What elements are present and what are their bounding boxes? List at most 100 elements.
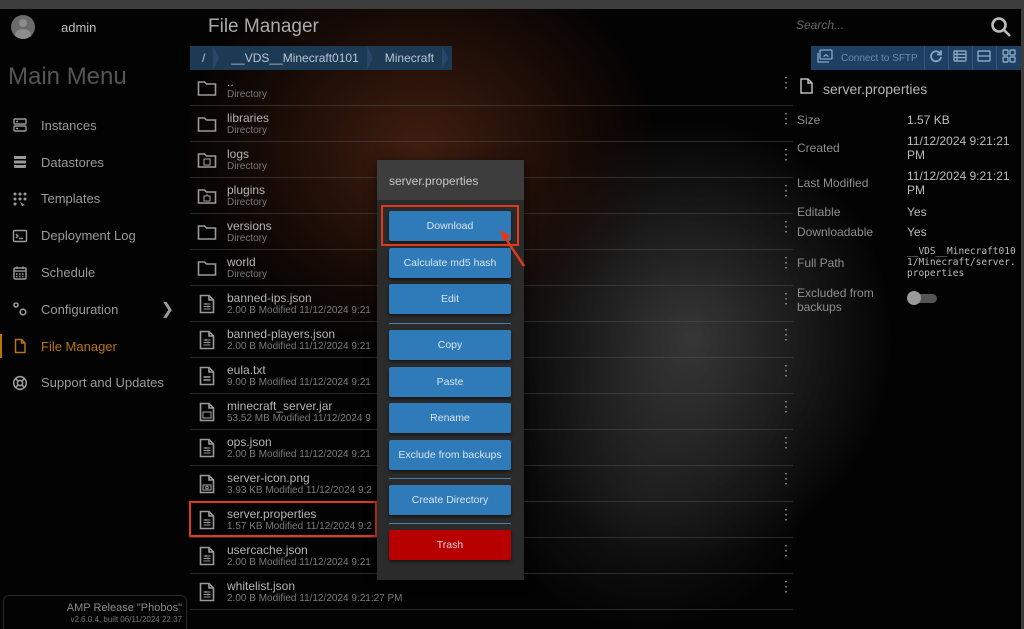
more-options-icon[interactable]: ⋮ <box>779 183 793 205</box>
split-view-button[interactable] <box>973 46 997 70</box>
file-name: eula.txt <box>227 362 266 377</box>
breadcrumb-current[interactable]: Minecraft <box>373 46 449 70</box>
file-meta: usercache.json 2.00 B Modified 11/12/2024… <box>227 543 371 569</box>
templates-grid-icon <box>12 191 28 207</box>
property-value: 1.57 KB <box>907 113 950 127</box>
settings-file-icon <box>196 293 218 315</box>
file-details: 2.00 B Modified 11/12/2024 9:21 <box>227 340 371 352</box>
more-options-icon[interactable]: ⋮ <box>779 255 793 277</box>
settings-file-icon <box>196 581 218 603</box>
properties-title: server.properties <box>823 80 928 97</box>
file-details: 2.00 B Modified 11/12/2024 9:21 <box>227 448 371 460</box>
menu-divider <box>389 523 511 524</box>
property-last-modified: Last Modified 11/12/2024 9:21:21 PM <box>797 169 1017 197</box>
calculate-md5-button[interactable]: Calculate md5 hash <box>389 248 511 278</box>
property-downloadable: Downloadable Yes <box>797 225 1017 239</box>
create-directory-button[interactable]: Create Directory <box>389 485 511 515</box>
trash-button[interactable]: Trash <box>389 530 511 560</box>
sftp-folder-icon <box>817 48 833 68</box>
grid-view-icon <box>1002 48 1016 68</box>
grid-view-button[interactable] <box>997 46 1021 70</box>
file-details: 2.00 B Modified 11/12/2024 9:21 <box>227 304 371 316</box>
list-view-icon <box>953 49 967 67</box>
sidebar-item-label: Schedule <box>41 265 96 281</box>
edit-button[interactable]: Edit <box>389 284 511 314</box>
page-title: File Manager <box>208 16 319 37</box>
search-icon[interactable] <box>990 16 1012 38</box>
sidebar-item-schedule[interactable]: Schedule <box>0 254 188 291</box>
file-details: Directory <box>227 196 268 208</box>
file-details: 3.93 KB Modified 11/12/2024 9:2 <box>227 484 372 496</box>
file-row[interactable]: .. Directory ⋮ <box>190 70 793 106</box>
more-options-icon[interactable]: ⋮ <box>779 219 793 241</box>
more-options-icon[interactable]: ⋮ <box>779 75 793 97</box>
excluded-from-backups-toggle[interactable] <box>907 291 937 305</box>
more-options-icon[interactable]: ⋮ <box>779 435 793 457</box>
more-options-icon[interactable]: ⋮ <box>779 507 793 529</box>
refresh-button[interactable] <box>925 46 949 70</box>
property-key: Full Path <box>797 256 845 270</box>
download-button[interactable]: Download <box>389 211 511 241</box>
list-view-button[interactable] <box>949 46 973 70</box>
sidebar-item-deployment-log[interactable]: Deployment Log <box>0 217 188 254</box>
connect-sftp-button[interactable]: Connect to SFTP <box>811 46 925 70</box>
breadcrumb-instance[interactable]: __VDS__Minecraft0101 <box>219 46 374 70</box>
more-options-icon[interactable]: ⋮ <box>779 543 793 565</box>
rename-button[interactable]: Rename <box>389 403 511 433</box>
file-details: 2.00 B Modified 11/12/2024 9:21:27 PM <box>227 592 403 604</box>
file-meta: ops.json 2.00 B Modified 11/12/2024 9:21 <box>227 435 371 461</box>
more-options-icon[interactable]: ⋮ <box>779 291 793 313</box>
search-input[interactable] <box>796 18 976 32</box>
folder-puzzle-icon <box>196 185 218 207</box>
main-menu-title: Main Menu <box>8 63 127 90</box>
sidebar-item-datastores[interactable]: Datastores <box>0 144 188 181</box>
paste-button[interactable]: Paste <box>389 367 511 397</box>
more-options-icon[interactable]: ⋮ <box>779 399 793 421</box>
menu-divider <box>389 478 511 479</box>
search-bar <box>796 16 1016 40</box>
more-options-icon[interactable]: ⋮ <box>779 147 793 169</box>
image-file-icon <box>196 473 218 495</box>
file-meta: server.properties 1.57 KB Modified 11/12/… <box>227 507 372 533</box>
file-name: versions <box>227 218 272 233</box>
database-icon <box>12 154 28 170</box>
sidebar-item-configuration[interactable]: Configuration ❯ <box>0 291 188 328</box>
file-row[interactable]: libraries Directory ⋮ <box>190 106 793 142</box>
more-options-icon[interactable]: ⋮ <box>779 111 793 133</box>
sidebar-item-file-manager[interactable]: File Manager <box>0 328 188 365</box>
property-key: Editable <box>797 205 841 219</box>
main-nav: Instances Datastores Templates Deploymen… <box>0 107 188 401</box>
sidebar-item-templates[interactable]: Templates <box>0 181 188 218</box>
release-info: AMP Release "Phobos" v2.6.0.4, built 06/… <box>3 595 187 629</box>
file-details: 2.00 B Modified 11/12/2024 9:21 <box>227 556 371 568</box>
sidebar-item-support-and-updates[interactable]: Support and Updates <box>0 365 188 402</box>
file-toolbar: Connect to SFTP <box>811 46 1021 70</box>
chevron-right-icon: ❯ <box>160 301 174 319</box>
user-info[interactable]: admin <box>11 15 96 39</box>
more-options-icon[interactable]: ⋮ <box>779 471 793 493</box>
file-icon <box>12 338 28 354</box>
more-options-icon[interactable]: ⋮ <box>779 327 793 349</box>
file-details: Directory <box>227 124 268 136</box>
folder-icon <box>196 221 218 243</box>
sidebar-item-instances[interactable]: Instances <box>0 107 188 144</box>
file-name: minecraft_server.jar <box>227 398 333 413</box>
property-key: Created <box>797 141 840 155</box>
file-name: plugins <box>227 182 266 197</box>
more-options-icon[interactable]: ⋮ <box>779 579 793 601</box>
file-meta: world Directory <box>227 255 267 281</box>
breadcrumb-root[interactable]: / <box>190 46 220 70</box>
exclude-from-backups-button[interactable]: Exclude from backups <box>389 440 511 470</box>
copy-button[interactable]: Copy <box>389 330 511 360</box>
sidebar: admin Main Menu Instances Datastores Tem… <box>0 9 188 629</box>
more-options-icon[interactable]: ⋮ <box>779 363 793 385</box>
avatar[interactable] <box>11 15 35 39</box>
property-value: 11/12/2024 9:21:21 PM <box>907 169 1010 197</box>
username: admin <box>61 19 97 35</box>
breadcrumb: / __VDS__Minecraft0101 Minecraft <box>190 46 452 70</box>
sidebar-item-label: Configuration <box>41 301 119 317</box>
settings-file-icon <box>196 437 218 459</box>
property-value: 11/12/2024 9:21:21 PM <box>907 134 1010 162</box>
property-editable: Editable Yes <box>797 205 1017 219</box>
file-icon <box>800 78 813 99</box>
